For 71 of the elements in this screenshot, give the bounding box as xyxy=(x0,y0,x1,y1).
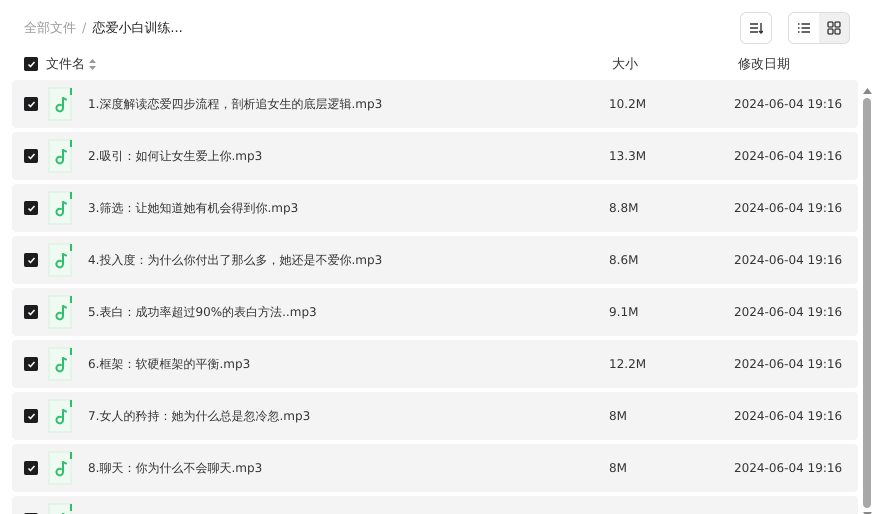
date-column-header: 修改日期 xyxy=(738,56,791,73)
modified-date: 2024-06-04 19:16 xyxy=(734,305,844,319)
breadcrumb-separator: / xyxy=(82,20,86,36)
file-size: 13.3M xyxy=(609,149,648,163)
file-row[interactable]: 6.框架：软硬框架的平衡.mp3 12.2M 2024-06-04 19:16 xyxy=(12,340,858,388)
file-row[interactable]: 8.聊天：你为什么不会聊天.mp3 8M 2024-06-04 19:16 xyxy=(12,444,858,492)
modified-date: 2024-06-04 19:16 xyxy=(734,461,844,475)
check-icon xyxy=(26,308,36,316)
row-checkbox[interactable] xyxy=(24,253,38,267)
file-row[interactable]: 2.吸引：如何让女生爱上你.mp3 13.3M 2024-06-04 19:16 xyxy=(12,132,858,180)
sort-icon[interactable] xyxy=(89,58,96,70)
file-name: 4.投入度：为什么你付出了那么多，她还是不爱你.mp3 xyxy=(88,252,384,268)
audio-file-icon xyxy=(48,87,74,121)
file-size: 12.2M xyxy=(609,357,648,371)
file-name: 2.吸引：如何让女生爱上你.mp3 xyxy=(88,148,264,164)
check-icon xyxy=(26,60,36,68)
row-checkbox[interactable] xyxy=(24,357,38,371)
modified-date: 2024-06-04 19:16 xyxy=(734,97,844,111)
sort-button[interactable] xyxy=(740,12,772,44)
modified-date: 2024-06-04 19:16 xyxy=(734,149,844,163)
row-checkbox[interactable] xyxy=(24,305,38,319)
list-view-button[interactable] xyxy=(789,13,819,43)
modified-date: 2024-06-04 19:16 xyxy=(734,409,844,423)
scroll-up-arrow-icon[interactable] xyxy=(862,88,872,94)
check-icon xyxy=(26,412,36,420)
file-size: 8.8M xyxy=(609,201,640,215)
size-column-header: 大小 xyxy=(612,56,639,73)
audio-file-icon xyxy=(48,295,74,329)
breadcrumb-link[interactable]: 恋爱小白训练... xyxy=(92,19,183,37)
file-row[interactable]: 4.投入度：为什么你付出了那么多，她还是不爱你.mp3 8.6M 2024-06-04 19:16 xyxy=(12,236,858,284)
file-row[interactable]: 1.深度解读恋爱四步流程，剖析追女生的底层逻辑.mp3 10.2M 2024-06-04 19:16 xyxy=(12,80,858,128)
file-row[interactable]: 3.筛选：让她知道她有机会得到你.mp3 8.8M 2024-06-04 19:16 xyxy=(12,184,858,232)
scrollbar-thumb[interactable] xyxy=(863,98,871,508)
check-icon xyxy=(26,464,36,472)
file-name: 6.框架：软硬框架的平衡.mp3 xyxy=(88,356,252,372)
file-name: 5.表白：成功率超过90%的表白方法..mp3 xyxy=(88,304,318,320)
check-icon xyxy=(26,360,36,368)
file-name: 3.筛选：让她知道她有机会得到你.mp3 xyxy=(88,200,300,216)
check-icon xyxy=(26,204,36,212)
modified-date: 2024-06-04 19:16 xyxy=(734,201,844,215)
audio-file-icon xyxy=(48,399,74,433)
row-checkbox[interactable] xyxy=(24,149,38,163)
file-size: 8.6M xyxy=(609,253,640,267)
file-size: 8M xyxy=(609,461,628,475)
file-size: 9.1M xyxy=(609,305,640,319)
list-icon[interactable] xyxy=(797,21,811,35)
select-all-checkbox[interactable] xyxy=(24,57,38,71)
row-checkbox[interactable] xyxy=(24,201,38,215)
audio-file-icon xyxy=(48,451,74,485)
audio-file-icon xyxy=(48,243,74,277)
grid-icon[interactable] xyxy=(827,21,841,35)
file-name: 7.女人的矜持：她为什么总是忽冷忽.mp3 xyxy=(88,408,312,424)
file-row[interactable]: 7.女人的矜持：她为什么总是忽冷忽.mp3 8M 2024-06-04 19:16 xyxy=(12,392,858,440)
audio-file-icon xyxy=(48,347,74,381)
modified-date: 2024-06-04 19:16 xyxy=(734,357,844,371)
file-row[interactable]: 5.表白：成功率超过90%的表白方法..mp3 9.1M 2024-06-04 19:16 xyxy=(12,288,858,336)
check-icon xyxy=(26,100,36,108)
check-icon xyxy=(26,152,36,160)
audio-file-icon xyxy=(48,191,74,225)
row-checkbox[interactable] xyxy=(24,409,38,423)
file-size: 8M xyxy=(609,409,628,423)
sort-lines-icon[interactable] xyxy=(749,21,763,35)
file-name: 1.深度解读恋爱四步流程，剖析追女生的底层逻辑.mp3 xyxy=(88,96,384,112)
row-checkbox[interactable] xyxy=(24,97,38,111)
file-size: 10.2M xyxy=(609,97,648,111)
audio-file-icon xyxy=(48,139,74,173)
row-checkbox[interactable] xyxy=(24,461,38,475)
modified-date: 2024-06-04 19:16 xyxy=(734,253,844,267)
file-name: 8.聊天：你为什么不会聊天.mp3 xyxy=(88,460,264,476)
check-icon xyxy=(26,256,36,264)
name-column-header[interactable]: 文件名 xyxy=(46,55,85,73)
